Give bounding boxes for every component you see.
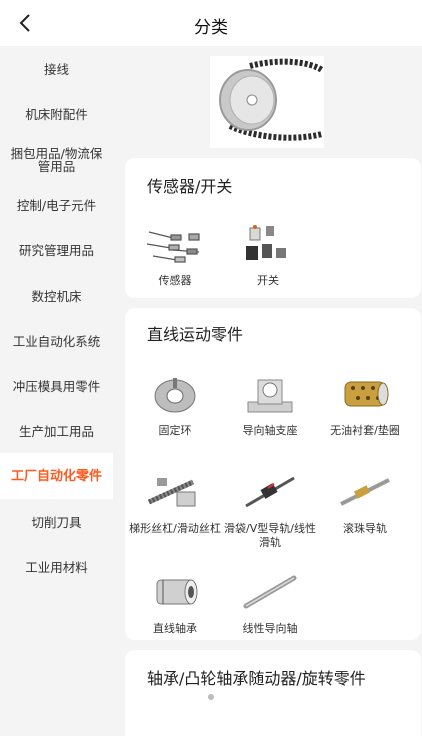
linear-bearing-icon (156, 579, 198, 605)
sidebar-item[interactable]: 研究管理用品 (0, 227, 113, 273)
category-item[interactable]: 开关 (220, 220, 316, 288)
category-item[interactable]: 直线轴承 (127, 568, 223, 636)
shaft-support-icon (247, 379, 293, 413)
sidebar-item[interactable]: 控制/电子元件 (0, 182, 113, 228)
sidebar-item[interactable]: 捆包用品/物流保管用品 (0, 137, 113, 183)
ball-guide-icon (340, 478, 390, 506)
category-banner[interactable] (210, 56, 324, 148)
section-card-bearings: 轴承/凸轮轴承随动器/旋转零件 (125, 650, 421, 736)
sidebar-item[interactable]: 接线 (0, 46, 113, 92)
timing-pulley-icon (210, 56, 324, 148)
category-item-label: 梯形丝杠/滑动丝杠 (129, 522, 221, 535)
loading-dot-icon (208, 694, 214, 700)
category-item-label: 导向轴支座 (242, 424, 298, 437)
category-item[interactable]: 传感器 (127, 220, 223, 288)
section-title: 轴承/凸轮轴承随动器/旋转零件 (147, 669, 366, 688)
category-item-label: 滑袋/V型导轨/线性滑轨 (224, 522, 316, 549)
category-item[interactable]: 导向轴支座 (222, 370, 318, 438)
category-item[interactable]: 滑袋/V型导轨/线性滑轨 (222, 468, 318, 550)
sidebar-item[interactable]: 切削刀具 (0, 499, 113, 545)
sidebar-item[interactable]: 数控机床 (0, 273, 113, 319)
sidebar-item[interactable]: 生产加工用品 (0, 408, 113, 454)
category-item[interactable]: 无油衬套/垫圈 (317, 370, 413, 438)
lead-screw-icon (147, 478, 196, 507)
category-item[interactable]: 梯形丝杠/滑动丝杠 (127, 468, 223, 536)
category-item-label: 滚珠导轨 (343, 522, 387, 535)
sidebar-item-active[interactable]: 工厂自动化零件 (0, 453, 113, 499)
linear-slide-icon (245, 476, 295, 508)
category-item-label: 直线轴承 (153, 622, 197, 635)
section-title: 直线运动零件 (147, 325, 244, 344)
category-content: 传感器/开关 传感器 开关 直线运动零件 固定环 导向轴支座 无油衬套/垫圈 梯… (113, 46, 422, 736)
category-item-label: 固定环 (158, 424, 192, 437)
section-title: 传感器/开关 (147, 177, 233, 196)
category-item-label: 无油衬套/垫圈 (330, 424, 400, 437)
sidebar-item[interactable]: 机床附配件 (0, 91, 113, 137)
bushing-icon (344, 381, 389, 407)
category-item[interactable]: 滚珠导轨 (317, 468, 413, 536)
category-item[interactable]: 固定环 (127, 370, 223, 438)
sensor-icon (146, 231, 200, 263)
sidebar-item[interactable]: 冲压模具用零件 (0, 363, 113, 409)
category-item[interactable]: 线性导向轴 (222, 568, 318, 636)
switch-icon (246, 225, 286, 260)
category-item-label: 开关 (257, 274, 279, 287)
category-item-label: 传感器 (158, 274, 192, 287)
sidebar-item[interactable]: 工业用材料 (0, 544, 113, 590)
section-card-sensors: 传感器/开关 传感器 开关 (125, 158, 421, 298)
fixing-ring-icon (154, 378, 196, 413)
linear-shaft-icon (243, 575, 297, 609)
sidebar-item[interactable]: 工业自动化系统 (0, 318, 113, 364)
page-title: 分类 (194, 18, 228, 38)
section-card-linear-motion: 直线运动零件 固定环 导向轴支座 无油衬套/垫圈 梯形丝杠/滑动丝杠 滑袋/V型… (125, 308, 421, 640)
header-bar: 分类 (0, 0, 422, 46)
category-sidebar: 接线 机床附配件 捆包用品/物流保管用品 控制/电子元件 研究管理用品 数控机床… (0, 46, 113, 736)
category-item-label: 线性导向轴 (242, 622, 298, 635)
